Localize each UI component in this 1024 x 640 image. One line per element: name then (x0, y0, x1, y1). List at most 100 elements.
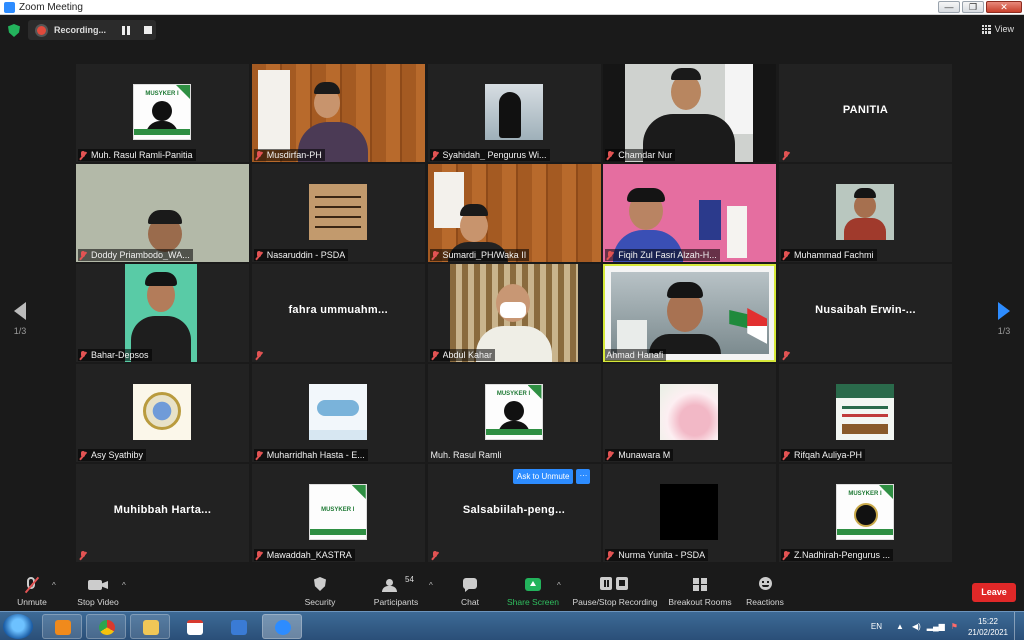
breakout-rooms-icon (668, 577, 732, 593)
show-desktop-button[interactable] (1014, 612, 1024, 640)
windows-start-button[interactable] (3, 614, 33, 639)
camera-feed (611, 272, 770, 354)
profile-poster: MUSYKER I (133, 84, 191, 140)
taskbar-explorer[interactable] (130, 614, 170, 639)
profile-poster: MUSYKER I (836, 484, 894, 540)
next-page-button[interactable]: 1/3 (989, 302, 1019, 336)
mic-muted-icon (79, 550, 87, 560)
participant-tile[interactable]: Nusaibah Erwin-... (779, 264, 952, 362)
participant-display-name: Muhibbah Harta... (113, 504, 212, 516)
show-hidden-icons-icon[interactable]: ▲ (896, 622, 904, 631)
mic-muted-icon (14, 576, 50, 594)
mic-muted-icon (782, 350, 790, 360)
audio-options-chevron-icon[interactable]: ^ (52, 581, 56, 590)
chat-bubble-icon (452, 577, 488, 593)
participant-tile[interactable]: fahra ummuahm... (251, 264, 425, 362)
chat-label: Chat (461, 597, 479, 607)
participant-name-tag: Rifqah Auliya-PH (781, 449, 866, 461)
mic-muted-icon (431, 350, 439, 360)
participant-tile[interactable]: Doddy Priambodo_WA... (76, 164, 249, 262)
participant-tile[interactable]: MUSYKER I Muh. Rasul Ramli (427, 364, 601, 462)
maximize-button[interactable]: ❐ (962, 1, 984, 13)
participant-tile[interactable]: Asy Syathiby (76, 364, 249, 462)
pause-stop-recording-icon (572, 577, 658, 593)
speaker-icon[interactable]: ◀) (912, 622, 921, 631)
participant-tile[interactable]: Fiqih Zul Fasri Alzah-H... (603, 164, 777, 262)
participant-name: Sumardi_PH/Waka II (442, 250, 527, 260)
participant-tile[interactable]: Sumardi_PH/Waka II (427, 164, 601, 262)
participant-display-name: Nusaibah Erwin-... (815, 304, 916, 316)
participants-options-chevron-icon[interactable]: ^ (429, 581, 433, 590)
participant-tile[interactable]: Muhibbah Harta... (76, 464, 249, 562)
taskbar-chrome[interactable] (86, 614, 126, 639)
cap (148, 210, 182, 224)
taskbar-media-player[interactable] (42, 614, 82, 639)
participant-tile[interactable]: Munawara M (603, 364, 777, 462)
participant-tile[interactable]: Abdul Kahar (427, 264, 601, 362)
participant-name-tag (430, 549, 446, 561)
chat-button[interactable]: Chat (452, 577, 488, 607)
previous-page-button[interactable]: 1/3 (5, 302, 35, 336)
unmute-button[interactable]: Unmute (14, 576, 50, 607)
recording-dot-icon (37, 25, 46, 35)
participant-name-tag: Nurma Yunita - PSDA (605, 549, 709, 561)
participants-button[interactable]: 54 Participants (368, 575, 424, 607)
participant-tile[interactable]: Nurma Yunita - PSDA (603, 464, 777, 562)
encryption-shield-icon[interactable] (8, 24, 20, 37)
view-label: View (994, 24, 1014, 34)
pause-recording-icon[interactable] (122, 25, 132, 35)
stop-video-button[interactable]: Stop Video (74, 577, 122, 607)
video-options-chevron-icon[interactable]: ^ (122, 581, 126, 590)
pause-stop-recording-label: Pause/Stop Recording (572, 597, 658, 607)
more-options-button[interactable]: ··· (576, 469, 591, 484)
participant-tile[interactable]: Rifqah Auliya-PH (779, 364, 952, 462)
participant-display-name: PANITIA (842, 104, 889, 116)
participant-name-tag: Doddy Priambodo_WA... (78, 249, 193, 261)
breakout-rooms-button[interactable]: Breakout Rooms (668, 577, 732, 607)
pause-stop-recording-button[interactable]: Pause/Stop Recording (572, 577, 658, 607)
participant-tile[interactable]: Muharridhah Hasta - E... (251, 364, 425, 462)
share-options-chevron-icon[interactable]: ^ (557, 581, 561, 590)
participant-name-tag (78, 549, 94, 561)
taskbar-zoom[interactable] (262, 614, 302, 639)
participant-tile-active-speaker[interactable]: Ahmad Hanafi (603, 264, 777, 362)
cap (459, 204, 488, 216)
share-screen-button[interactable]: Share Screen (505, 577, 561, 607)
window-controls: — ❐ ✕ (938, 1, 1022, 13)
clock-time: 15:22 (977, 616, 998, 626)
participant-tile[interactable]: Syahidah_ Pengurus Wi... (427, 64, 601, 162)
network-icon[interactable]: ▂▄▆ (927, 622, 945, 631)
input-language[interactable]: EN (871, 622, 882, 631)
cap (313, 82, 340, 94)
participant-tile[interactable]: MUSYKER I Z.Nadhirah-Pengurus ... (779, 464, 952, 562)
mic-muted-icon (431, 250, 439, 260)
close-window-button[interactable]: ✕ (986, 1, 1022, 13)
view-button[interactable]: View (981, 24, 1014, 34)
participant-tile[interactable]: Chamdar Nur (603, 64, 777, 162)
profile-image (836, 384, 894, 440)
participant-tile[interactable]: Musdirfan-PH (251, 64, 425, 162)
participant-tile[interactable]: PANITIA (779, 64, 952, 162)
share-screen-icon (505, 577, 561, 593)
profile-image (133, 384, 191, 440)
security-button[interactable]: Security (300, 577, 340, 607)
mic-muted-icon (255, 350, 263, 360)
system-clock[interactable]: 15:22 21/02/2021 (968, 616, 1008, 638)
mic-muted-icon (782, 550, 790, 560)
video-camera-icon (74, 577, 122, 593)
action-center-icon[interactable]: ⚑ (951, 622, 958, 631)
participant-tile[interactable]: Nasaruddin - PSDA (251, 164, 425, 262)
participant-tile[interactable]: MUSYKER I Mawaddah_KASTRA (251, 464, 425, 562)
taskbar-app[interactable] (218, 614, 258, 639)
participant-tile[interactable]: MUSYKER I Muh. Rasul Ramli-Panitia (76, 64, 249, 162)
stop-recording-icon[interactable] (144, 26, 152, 34)
participant-tile[interactable]: Bahar-Depsos (76, 264, 249, 362)
minimize-button[interactable]: — (938, 1, 960, 13)
participant-tile[interactable]: Muhammad Fachmi (779, 164, 952, 262)
taskbar-gmail[interactable] (174, 614, 214, 639)
leave-button[interactable]: Leave (972, 583, 1016, 602)
zoom-app-icon (4, 1, 15, 13)
meeting-top-bar: Recording... View (0, 16, 1024, 46)
reactions-button[interactable]: Reactions (744, 577, 786, 607)
ask-to-unmute-button[interactable]: Ask to Unmute (513, 469, 574, 484)
